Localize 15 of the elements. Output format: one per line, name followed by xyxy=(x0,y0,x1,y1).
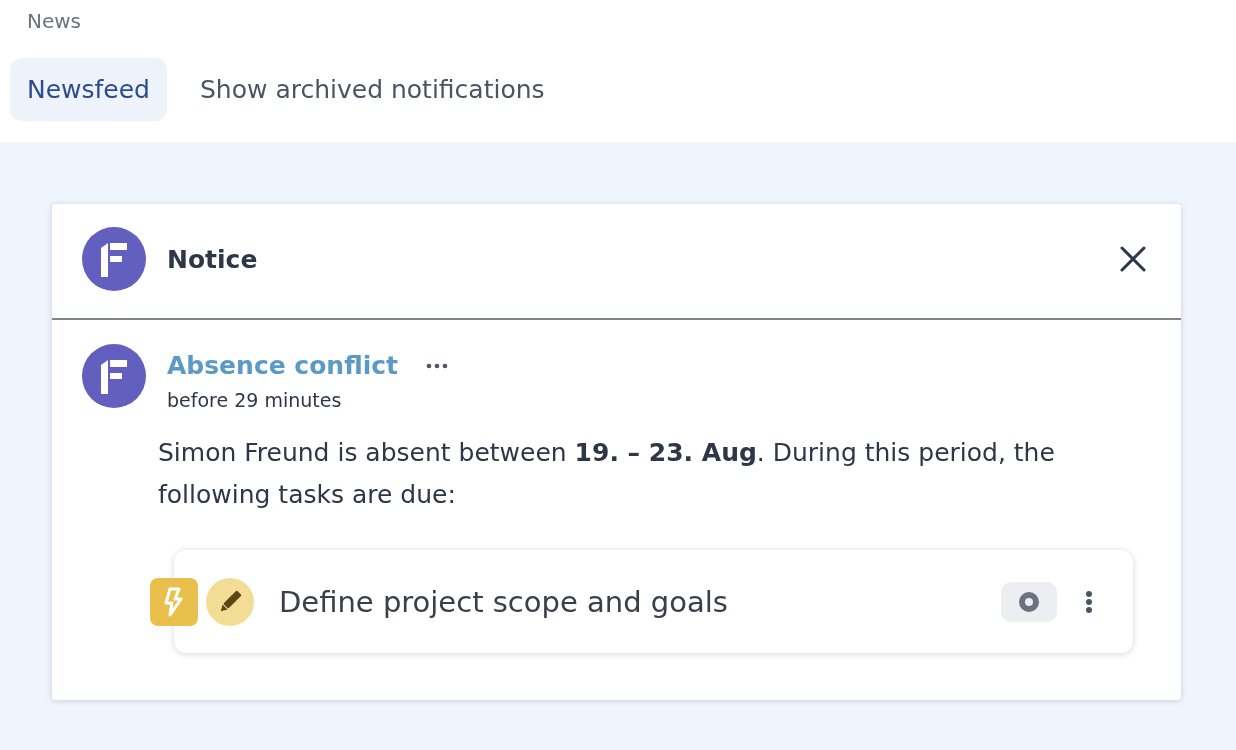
task-title: Define project scope and goals xyxy=(279,584,729,619)
notification-message: Simon Freund is absent between 19. – 23. Aug. During this period, the following tasks are due: xyxy=(158,437,1056,511)
tab[interactable]: Newsfeed xyxy=(10,58,167,121)
status-button[interactable] xyxy=(1001,581,1057,622)
notification-time: before 29 minutes xyxy=(167,388,343,413)
close-icon[interactable] xyxy=(1119,245,1147,273)
avatar-logo-icon xyxy=(82,227,146,291)
ring-icon xyxy=(1019,591,1039,612)
page-title: News xyxy=(27,8,82,34)
tab[interactable]: Show archived notifications xyxy=(183,58,562,121)
more-icon[interactable] xyxy=(426,363,449,369)
kebab-menu-icon[interactable] xyxy=(1085,589,1093,614)
avatar-logo-icon xyxy=(82,344,146,408)
pencil-icon xyxy=(206,577,254,626)
notice-title: Notice xyxy=(167,244,259,274)
